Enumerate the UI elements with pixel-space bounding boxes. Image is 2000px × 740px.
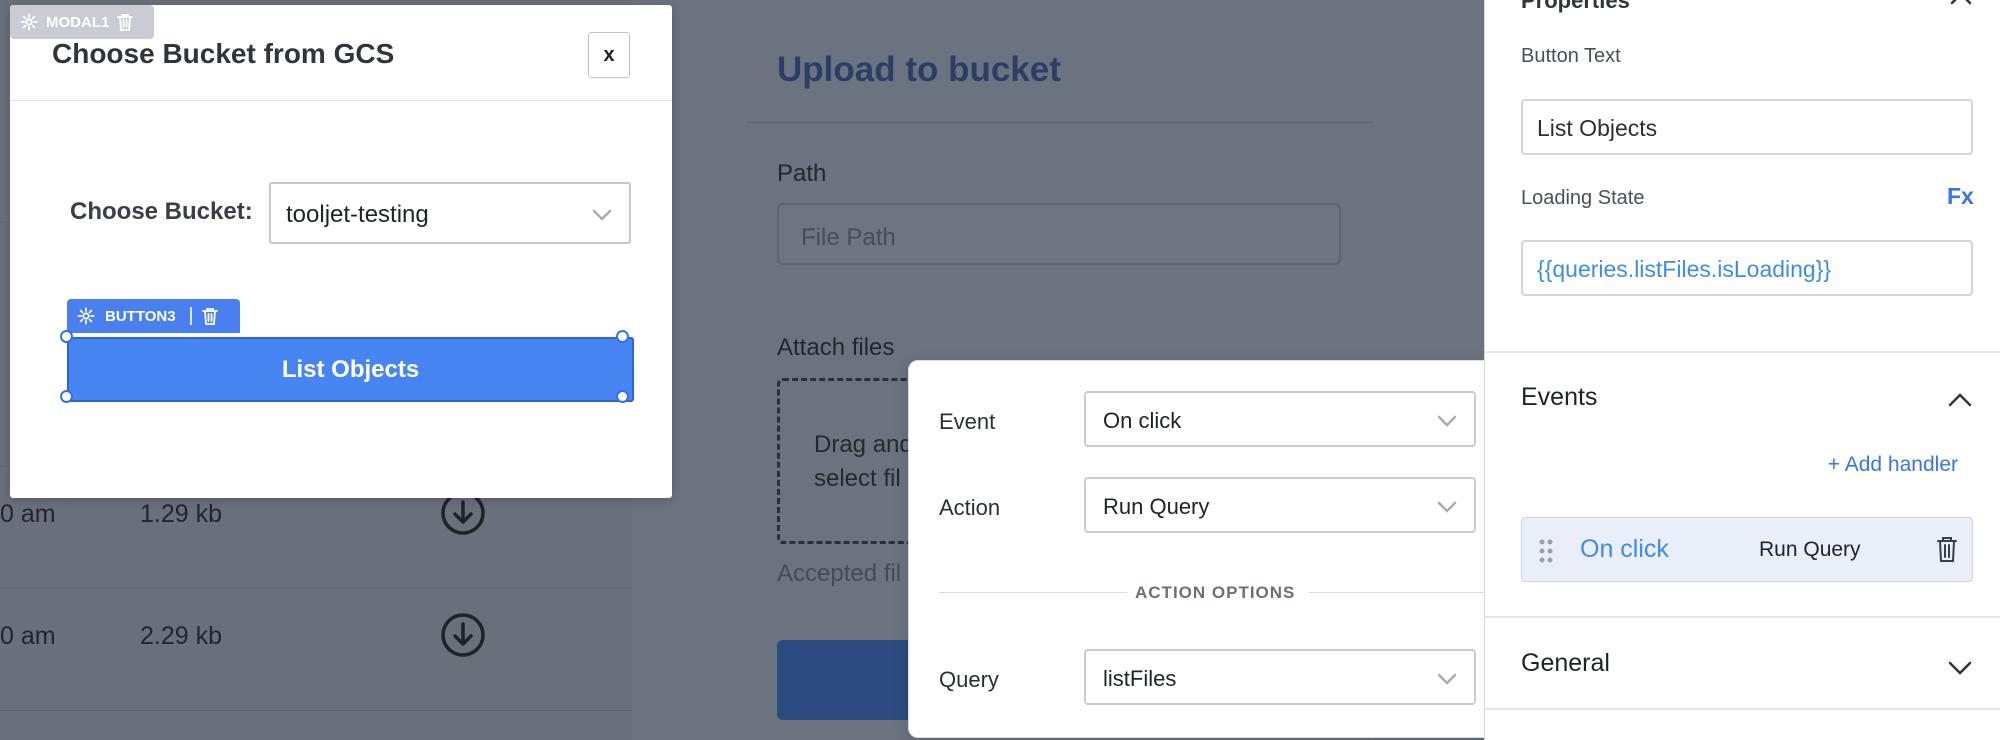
loading-state-input[interactable]: {{queries.listFiles.isLoading}}: [1521, 240, 1973, 296]
table-cell-time: 0 am: [0, 622, 56, 650]
query-label: Query: [939, 667, 999, 692]
general-section-title[interactable]: General: [1521, 649, 1610, 678]
resize-handle[interactable]: [616, 390, 629, 403]
action-dropdown[interactable]: Run Query: [1084, 477, 1476, 533]
gear-icon[interactable]: [20, 13, 38, 31]
table-cell-size: 1.29 kb: [140, 500, 223, 528]
path-label: Path: [777, 160, 827, 187]
table-divider: [0, 588, 632, 589]
chevron-down-icon: [592, 209, 612, 221]
accepted-files-text: Accepted fil: [777, 560, 902, 587]
divider: [939, 592, 1127, 593]
handler-action-name: Run Query: [1759, 538, 1861, 561]
chevron-up-icon[interactable]: [1946, 386, 1974, 414]
chevron-up-icon[interactable]: [1948, 0, 1974, 12]
event-handler-row[interactable]: On click Run Query: [1521, 517, 1973, 582]
table-cell-time: 0 am: [0, 500, 56, 528]
fx-toggle[interactable]: Fx: [1947, 183, 1974, 210]
drag-handle-icon[interactable]: [1538, 538, 1554, 564]
add-handler-link[interactable]: + Add handler: [1828, 453, 1958, 477]
trash-icon[interactable]: [201, 307, 218, 325]
modal-widget-name: MODAL1: [46, 13, 110, 31]
chevron-down-icon: [1437, 673, 1457, 685]
chevron-down-icon: [1437, 501, 1457, 513]
dropzone-text: Drag and select fil: [814, 428, 914, 496]
table-cell-size: 2.29 kb: [140, 622, 223, 650]
path-input[interactable]: File Path: [777, 203, 1341, 265]
loading-state-label: Loading State: [1521, 187, 1645, 209]
modal-widget-tag[interactable]: MODAL1: [10, 5, 154, 39]
upload-divider: [746, 122, 1374, 123]
table-divider: [0, 710, 632, 711]
section-divider: [1485, 708, 2000, 710]
button-widget-tag[interactable]: BUTTON3: [67, 299, 240, 333]
button-text-input[interactable]: List Objects: [1521, 99, 1973, 155]
event-handler-popover: Event On click Action Run Query ACTION O…: [908, 360, 1520, 738]
choose-bucket-label: Choose Bucket:: [70, 198, 253, 225]
chevron-down-icon: [1437, 415, 1457, 427]
button-widget-name: BUTTON3: [105, 307, 176, 325]
section-divider: [1485, 351, 2000, 353]
download-icon[interactable]: [440, 612, 486, 658]
bucket-dropdown[interactable]: tooljet-testing: [269, 182, 631, 244]
query-dropdown[interactable]: listFiles: [1084, 649, 1476, 705]
trash-icon[interactable]: [117, 13, 134, 31]
properties-panel: Properties Button Text List Objects Load…: [1484, 0, 2000, 740]
event-label: Event: [939, 409, 996, 434]
resize-handle[interactable]: [616, 330, 629, 343]
resize-handle[interactable]: [60, 330, 73, 343]
properties-section-title[interactable]: Properties: [1521, 0, 1630, 14]
trash-icon[interactable]: [1936, 535, 1958, 563]
event-dropdown[interactable]: On click: [1084, 391, 1476, 447]
choose-bucket-modal: Choose Bucket from GCS x Choose Bucket: …: [10, 5, 672, 498]
events-section-title[interactable]: Events: [1521, 383, 1597, 412]
tag-separator: [189, 307, 192, 325]
upload-title: Upload to bucket: [777, 50, 1061, 89]
resize-handle[interactable]: [60, 390, 73, 403]
section-divider: [1485, 616, 2000, 618]
gear-icon[interactable]: [77, 307, 95, 325]
action-label: Action: [939, 495, 1001, 520]
handler-event-name: On click: [1580, 535, 1669, 563]
dropzone-text-line: Drag and: [814, 431, 913, 458]
modal-title: Choose Bucket from GCS: [52, 38, 395, 69]
action-dropdown-value: Run Query: [1103, 494, 1210, 519]
attach-files-label: Attach files: [777, 334, 895, 361]
divider: [1309, 592, 1491, 593]
action-options-title: ACTION OPTIONS: [1135, 583, 1296, 602]
list-objects-button[interactable]: List Objects: [67, 337, 634, 402]
button-text-label: Button Text: [1521, 45, 1621, 67]
event-dropdown-value: On click: [1103, 408, 1182, 433]
chevron-down-icon[interactable]: [1946, 654, 1974, 682]
modal-close-button[interactable]: x: [588, 32, 630, 78]
query-dropdown-value: listFiles: [1103, 666, 1177, 691]
dropzone-text-line: select fil: [814, 465, 901, 492]
bucket-dropdown-value: tooljet-testing: [286, 201, 429, 228]
